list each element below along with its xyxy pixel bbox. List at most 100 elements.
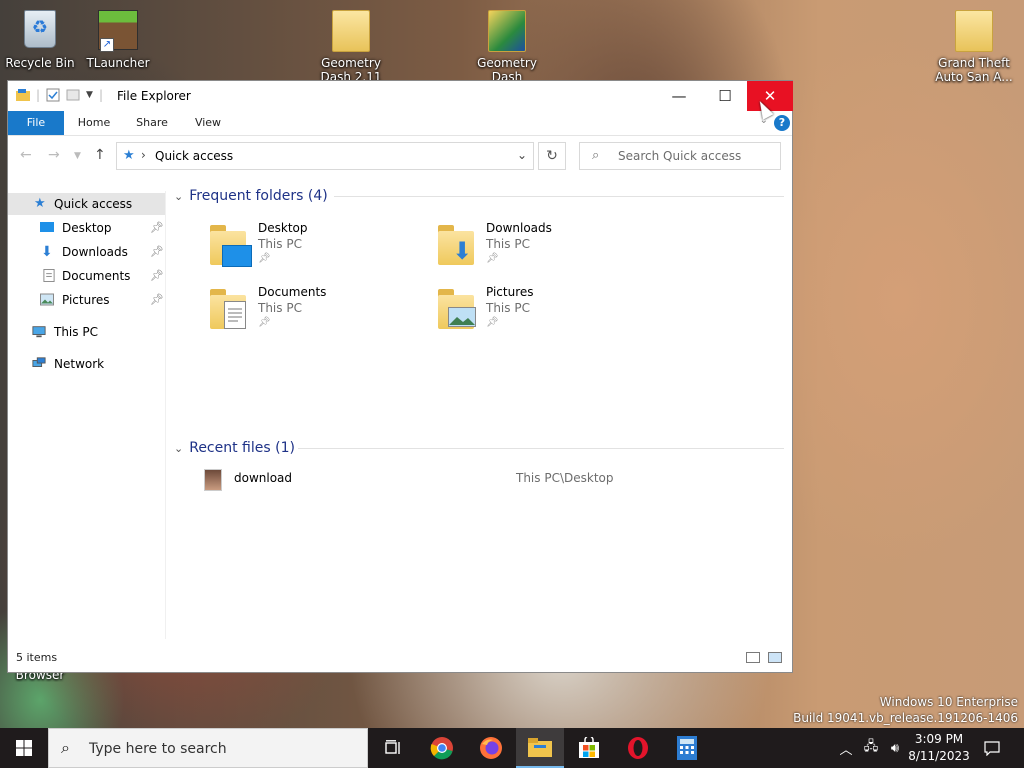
nav-item-this-pc[interactable]: This PC [8,321,165,343]
details-view-icon[interactable] [746,652,760,663]
taskbar-chrome[interactable] [418,728,466,768]
address-bar[interactable]: ★ › Quick access ⌄ [116,142,534,170]
breadcrumb-quick-access[interactable]: Quick access [155,149,233,163]
file-explorer-icon [528,738,552,757]
nav-item-documents[interactable]: Documents 📌︎ [8,265,165,287]
clock[interactable]: 3:09 PM 8/11/2023 [904,731,974,765]
nav-item-label: Pictures [62,293,110,307]
recent-file-row[interactable]: download This PC\Desktop [204,467,784,491]
navigation-bar: ← → ▼ ↑ ★ › Quick access ⌄ ↻ ⌕ [8,135,792,175]
pin-icon: 📌︎ [258,317,271,328]
recent-locations-chevron-icon[interactable]: ▼ [74,151,81,161]
recycle-bin-desktop-icon[interactable]: Recycle Bin [0,8,80,70]
window-title: File Explorer [117,89,191,103]
taskbar-search-placeholder: Type here to search [89,741,227,757]
gta-san-andreas-desktop-icon[interactable]: Grand Theft Auto San A... [934,8,1014,84]
tab-home[interactable]: Home [72,111,116,135]
minimize-icon: — [671,87,687,105]
breadcrumb-separator-icon[interactable]: › [141,148,146,162]
folder-location: This PC [486,237,530,251]
new-folder-icon[interactable] [66,88,80,102]
desktop-icon-label: Geometry Dash 2.11 [320,56,382,80]
calculator-icon [677,736,697,760]
up-arrow-icon[interactable]: ↑ [94,147,106,163]
taskbar-search-box[interactable]: ⌕ Type here to search [48,728,368,768]
tab-view[interactable]: View [186,111,230,135]
search-box[interactable]: ⌕ [579,142,781,170]
desktop-icon-label: Geometry Dash [477,56,537,80]
pin-icon[interactable]: 📌︎ [150,217,164,239]
geometry-dash-desktop-icon[interactable]: Geometry Dash [467,8,547,80]
volume-tray-button[interactable]: 🔊︎ [884,728,906,768]
refresh-icon: ↻ [546,148,558,164]
pin-icon[interactable]: 📌︎ [150,289,164,311]
nav-item-label: Network [54,357,105,371]
minimize-button[interactable]: — [656,81,702,111]
search-input[interactable] [616,148,770,164]
tab-share[interactable]: Share [130,111,174,135]
action-center-button[interactable] [980,728,1004,768]
network-tray-button[interactable]: 🖧︎ [860,728,882,768]
folder-tile-documents[interactable]: Documents This PC 📌︎ [210,285,430,341]
nav-item-quick-access[interactable]: ★ Quick access [8,193,165,215]
folder-location: This PC [258,301,302,315]
nav-item-label: Documents [62,269,131,283]
status-bar: 5 items [8,644,792,672]
taskbar: ⌕ Type here to search ︿ 🖧︎ 🔊︎ 3:09 PM 8/… [0,728,1024,768]
nav-item-label: This PC [54,325,98,339]
maximize-button[interactable]: ☐ [702,81,748,111]
quick-access-toolbar: | ▼ | [16,88,103,102]
taskbar-opera[interactable] [614,728,662,768]
forward-arrow-icon[interactable]: → [48,147,60,163]
frequent-folders-header[interactable]: ⌄ Frequent folders (4) [174,185,328,207]
speaker-icon: 🔊︎ [890,740,900,756]
folder-tile-desktop[interactable]: Desktop This PC 📌︎ [210,221,430,277]
recent-files-header[interactable]: ⌄ Recent files (1) [174,437,295,459]
downloads-folder-icon: ⬇ [438,225,478,267]
tab-file[interactable]: File [8,111,64,135]
file-explorer-icon[interactable] [16,88,30,102]
show-hidden-icons-button[interactable]: ︿ [836,728,856,768]
folder-tile-pictures[interactable]: Pictures This PC 📌︎ [438,285,658,341]
nav-item-desktop[interactable]: Desktop 📌︎ [8,217,165,239]
toolbar-divider: | [98,88,104,102]
notification-icon [984,741,1000,756]
folder-name: Desktop [258,221,308,235]
nav-item-network[interactable]: Network [8,353,165,375]
title-bar[interactable]: | ▼ | File Explorer — ☐ ✕ [8,81,793,111]
task-view-button[interactable] [368,728,416,768]
folder-name: Documents [258,285,327,299]
help-icon[interactable]: ? [774,115,790,131]
start-button[interactable] [0,728,48,768]
group-heading: Frequent folders (4) [189,188,328,204]
file-explorer-window: | ▼ | File Explorer — ☐ ✕ File Home Shar… [7,80,793,673]
pin-icon[interactable]: 📌︎ [150,241,164,263]
ribbon-tabs: File Home Share View ⌄ ? [8,111,792,136]
toolbar-divider: | [36,88,41,102]
nav-item-downloads[interactable]: ⬇ Downloads 📌︎ [8,241,165,263]
network-status-icon: 🖧︎ [863,739,879,754]
pin-icon[interactable]: 📌︎ [150,265,164,287]
watermark-build: Build 19041.vb_release.191206-1406 [793,711,1018,725]
taskbar-file-explorer[interactable] [516,728,564,768]
nav-item-pictures[interactable]: Pictures 📌︎ [8,289,165,311]
refresh-button[interactable]: ↻ [538,142,566,170]
taskbar-firefox[interactable] [467,728,515,768]
geometry-dash-folder-icon [488,10,526,52]
tlauncher-desktop-icon[interactable]: ↗ TLauncher [78,8,158,70]
pictures-folder-icon [438,289,478,331]
address-dropdown-chevron-icon[interactable]: ⌄ [517,148,527,162]
large-icons-view-icon[interactable] [768,652,782,663]
folder-tile-downloads[interactable]: ⬇ Downloads This PC 📌︎ [438,221,658,277]
geometry-dash-211-desktop-icon[interactable]: Geometry Dash 2.11 [311,8,391,80]
nav-item-label: Quick access [54,197,133,211]
properties-icon[interactable] [46,88,60,102]
customize-toolbar-chevron-icon[interactable]: ▼ [86,90,93,100]
back-arrow-icon[interactable]: ← [20,147,32,163]
close-button[interactable]: ✕ [747,81,793,111]
taskbar-microsoft-store[interactable] [565,728,613,768]
taskbar-calculator[interactable] [663,728,711,768]
folder-location: This PC [258,237,302,251]
folder-location: This PC [486,301,530,315]
file-path: This PC\Desktop [516,471,614,485]
